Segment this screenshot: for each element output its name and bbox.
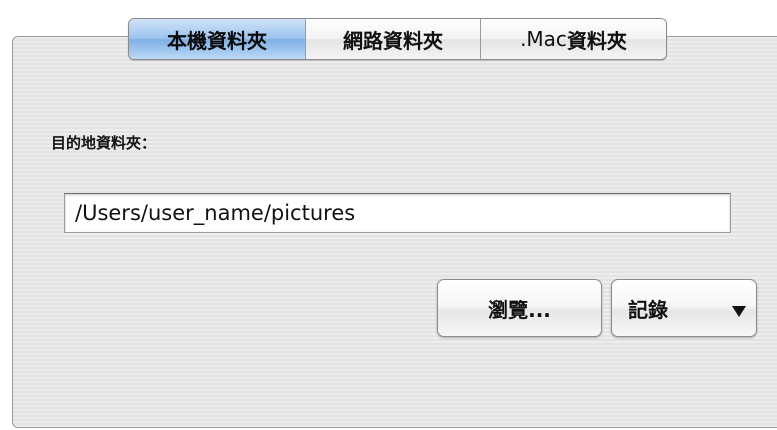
destination-folder-label: 目的地資料夾： bbox=[51, 134, 157, 152]
history-button-label: 記錄 bbox=[628, 297, 668, 322]
browse-button[interactable]: 瀏覽... bbox=[437, 279, 602, 337]
tab-network-folder[interactable]: 網路資料夾 bbox=[305, 19, 480, 59]
triangle-down-icon bbox=[732, 306, 746, 317]
history-popup-button[interactable]: 記錄 bbox=[611, 279, 757, 337]
browse-button-label: 瀏覽... bbox=[488, 297, 551, 322]
folder-type-tabs: 本機資料夾 網路資料夾 .Mac 資料夾 bbox=[128, 18, 667, 60]
tab-local-folder[interactable]: 本機資料夾 bbox=[129, 19, 305, 59]
tab-mac-prefix: .Mac bbox=[520, 27, 567, 51]
tab-mac-folder[interactable]: .Mac 資料夾 bbox=[480, 19, 666, 59]
destination-path-field[interactable] bbox=[64, 193, 731, 233]
tab-mac-suffix: 資料夾 bbox=[566, 28, 627, 53]
